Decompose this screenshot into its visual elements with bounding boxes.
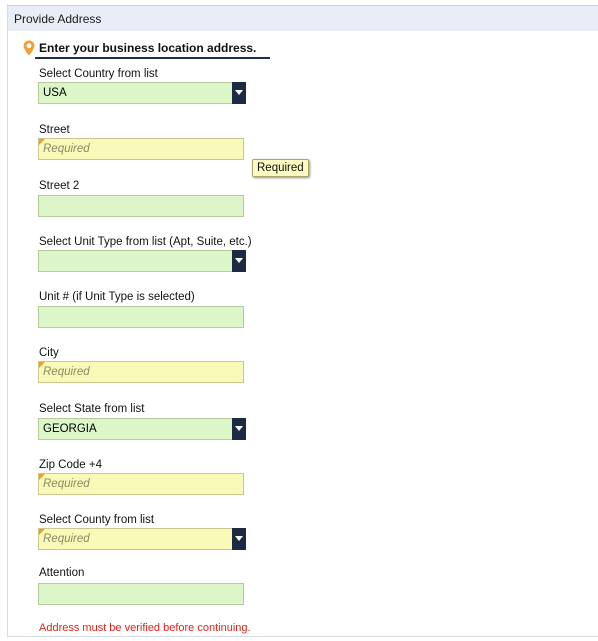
chevron-down-icon [235,258,243,263]
unit-number-label: Unit # (if Unit Type is selected) [39,291,195,303]
unit-type-label: Select Unit Type from list (Apt, Suite, … [39,236,252,248]
country-label: Select Country from list [39,68,158,80]
attention-input[interactable] [38,583,244,605]
chevron-down-icon [235,536,243,541]
state-dropdown-button[interactable] [232,418,246,440]
country-dropdown-button[interactable] [232,82,246,104]
country-value: USA [43,87,67,99]
street2-input[interactable] [38,195,244,217]
city-label: City [39,347,59,359]
state-label: Select State from list [39,403,145,415]
zip-label: Zip Code +4 [39,459,102,471]
county-dropdown-button[interactable] [232,528,246,550]
county-select[interactable]: Required [38,528,246,550]
map-pin-icon [23,40,35,56]
chevron-down-icon [235,90,243,95]
zip-input[interactable]: Required [38,473,244,495]
unit-number-input[interactable] [38,306,244,328]
street-label: Street [39,124,70,136]
section-title: Enter your business location address. [39,41,257,55]
section-underline [35,57,270,59]
unit-type-dropdown-button[interactable] [232,250,246,272]
county-placeholder: Required [43,533,90,545]
country-select[interactable]: USA [38,82,246,104]
county-label: Select County from list [39,514,155,526]
street-input[interactable]: Required [38,138,244,160]
panel-title: Provide Address [14,12,102,26]
chevron-down-icon [235,426,243,431]
state-select[interactable]: GEORGIA [38,418,246,440]
city-placeholder: Required [43,366,90,378]
street2-label: Street 2 [39,180,80,192]
required-tooltip: Required [252,159,309,177]
city-input[interactable]: Required [38,361,244,383]
unit-type-select[interactable] [38,250,246,272]
zip-placeholder: Required [43,478,90,490]
panel-header: Provide Address [8,5,598,31]
state-value: GEORGIA [43,423,97,435]
verification-error: Address must be verified before continui… [39,622,251,634]
street-placeholder: Required [43,143,90,155]
attention-label: Attention [39,567,85,579]
